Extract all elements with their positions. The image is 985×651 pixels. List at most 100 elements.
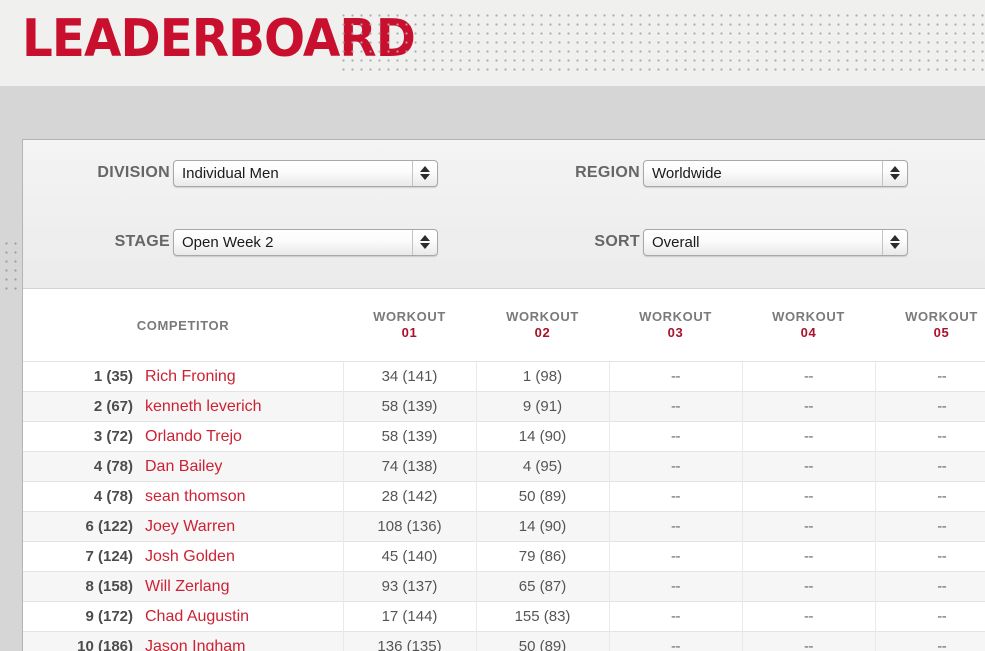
athlete-name-link[interactable]: Orlando Trejo <box>145 428 242 446</box>
workout-score-cell: 108 (136) <box>342 511 476 542</box>
chevron-updown-icon[interactable] <box>882 160 907 186</box>
table-row[interactable]: 7 (124) Josh Golden 45 (140) 79 (86) -- -- -- <box>23 541 985 572</box>
athlete-name-link[interactable]: Will Zerlang <box>145 578 229 596</box>
workout-score-cell: -- <box>741 601 875 632</box>
sort-select-value: Overall <box>652 233 700 251</box>
competitor-cell: 9 (172) Chad Augustin <box>23 601 343 632</box>
column-header-workout-01[interactable]: WORKOUT 01 <box>343 289 476 362</box>
athlete-name-link[interactable]: kenneth leverich <box>145 398 262 416</box>
filter-panel: DIVISION Individual Men REGION Worldwide <box>23 140 985 289</box>
athlete-name-link[interactable]: Josh Golden <box>145 548 235 566</box>
filter-row-1: DIVISION Individual Men REGION Worldwide <box>23 155 985 191</box>
table-row[interactable]: 2 (67) kenneth leverich 58 (139) 9 (91) -- --… <box>23 391 985 422</box>
rank-value: 4 (78) <box>93 457 133 475</box>
athlete-name-link[interactable]: Jason Ingham <box>145 638 246 651</box>
column-header-workout-04[interactable]: WORKOUT 04 <box>742 289 875 362</box>
leaderboard-table: COMPETITOR WORKOUT 01 WORKOUT 02 WORKOUT… <box>23 289 985 651</box>
competitor-cell: 7 (124) Josh Golden <box>23 541 343 572</box>
workout-score-cell: -- <box>741 451 875 482</box>
workout-score-cell: -- <box>608 601 742 632</box>
column-header-workout-05[interactable]: WORKOUT 05 <box>875 289 985 362</box>
rank-value: 10 (186) <box>77 637 133 651</box>
workout-score-cell: 34 (141) <box>342 361 476 392</box>
dot-pattern-decoration <box>338 10 985 72</box>
workout-score-cell: 50 (89) <box>475 631 609 651</box>
filter-stage: STAGE Open Week 2 <box>23 228 438 256</box>
workout-score-cell: -- <box>608 361 742 392</box>
workout-score-cell: -- <box>608 631 742 651</box>
workout-score-cell: -- <box>874 601 985 632</box>
rank-value: 1 (35) <box>93 367 133 385</box>
workout-score-cell: -- <box>741 421 875 452</box>
athlete-name-link[interactable]: Chad Augustin <box>145 608 249 626</box>
workout-score-cell: 58 (139) <box>342 421 476 452</box>
division-select-value: Individual Men <box>182 164 279 182</box>
workout-score-cell: -- <box>608 391 742 422</box>
workout-score-cell: -- <box>874 541 985 572</box>
workout-score-cell: 1 (98) <box>475 361 609 392</box>
workout-score-cell: 58 (139) <box>342 391 476 422</box>
column-header-workout-03[interactable]: WORKOUT 03 <box>609 289 742 362</box>
workout-score-cell: 65 (87) <box>475 571 609 602</box>
workout-score-cell: -- <box>874 511 985 542</box>
table-row[interactable]: 9 (172) Chad Augustin 17 (144) 155 (83) -- --… <box>23 601 985 632</box>
workout-score-cell: 9 (91) <box>475 391 609 422</box>
workout-score-cell: 74 (138) <box>342 451 476 482</box>
athlete-name-link[interactable]: sean thomson <box>145 488 246 506</box>
competitor-cell: 2 (67) kenneth leverich <box>23 391 343 422</box>
workout-score-cell: 79 (86) <box>475 541 609 572</box>
workout-score-cell: -- <box>874 631 985 651</box>
chevron-updown-icon[interactable] <box>412 160 437 186</box>
workout-score-cell: 45 (140) <box>342 541 476 572</box>
column-header-workout-02[interactable]: WORKOUT 02 <box>476 289 609 362</box>
competitor-cell: 10 (186) Jason Ingham <box>23 631 343 651</box>
rank-value: 2 (67) <box>93 397 133 415</box>
workout-label: WORKOUT <box>506 309 579 324</box>
workout-score-cell: 93 (137) <box>342 571 476 602</box>
workout-score-cell: -- <box>741 541 875 572</box>
workout-score-cell: -- <box>608 541 742 572</box>
athlete-name-link[interactable]: Joey Warren <box>145 518 235 536</box>
workout-score-cell: 4 (95) <box>475 451 609 482</box>
table-row[interactable]: 4 (78) sean thomson 28 (142) 50 (89) -- -- -- <box>23 481 985 512</box>
competitor-cell: 4 (78) Dan Bailey <box>23 451 343 482</box>
workout-score-cell: -- <box>874 451 985 482</box>
table-row[interactable]: 1 (35) Rich Froning 34 (141) 1 (98) -- -- -- <box>23 361 985 392</box>
filter-row-2: STAGE Open Week 2 SORT Overall <box>23 224 985 260</box>
workout-score-cell: -- <box>741 391 875 422</box>
stage-select[interactable]: Open Week 2 <box>173 228 438 256</box>
stage-select-value: Open Week 2 <box>182 233 274 251</box>
rank-value: 3 (72) <box>93 427 133 445</box>
chevron-updown-icon[interactable] <box>412 229 437 255</box>
competitor-cell: 4 (78) sean thomson <box>23 481 343 512</box>
table-row[interactable]: 6 (122) Joey Warren 108 (136) 14 (90) -- -- -- <box>23 511 985 542</box>
competitor-cell: 6 (122) Joey Warren <box>23 511 343 542</box>
table-row[interactable]: 8 (158) Will Zerlang 93 (137) 65 (87) -- -- -- <box>23 571 985 602</box>
workout-score-cell: -- <box>608 511 742 542</box>
workout-score-cell: -- <box>874 361 985 392</box>
athlete-name-link[interactable]: Rich Froning <box>145 368 236 386</box>
workout-score-cell: -- <box>874 421 985 452</box>
athlete-name-link[interactable]: Dan Bailey <box>145 458 222 476</box>
table-row[interactable]: 10 (186) Jason Ingham 136 (135) 50 (89) -- --… <box>23 631 985 651</box>
workout-label: WORKOUT <box>772 309 845 324</box>
stage-label: STAGE <box>114 233 170 250</box>
workout-label: WORKOUT <box>639 309 712 324</box>
rank-value: 9 (172) <box>85 607 133 625</box>
column-header-competitor[interactable]: COMPETITOR <box>23 289 343 362</box>
workout-number: 03 <box>667 325 684 340</box>
sort-select[interactable]: Overall <box>643 228 908 256</box>
division-select[interactable]: Individual Men <box>173 159 438 187</box>
workout-score-cell: -- <box>608 451 742 482</box>
filter-sort: SORT Overall <box>493 228 908 256</box>
workout-score-cell: 136 (135) <box>342 631 476 651</box>
workout-score-cell: 14 (90) <box>475 421 609 452</box>
workout-label: WORKOUT <box>373 309 446 324</box>
table-row[interactable]: 4 (78) Dan Bailey 74 (138) 4 (95) -- -- -- <box>23 451 985 482</box>
chevron-updown-icon[interactable] <box>882 229 907 255</box>
table-row[interactable]: 3 (72) Orlando Trejo 58 (139) 14 (90) -- -- -- <box>23 421 985 452</box>
region-select[interactable]: Worldwide <box>643 159 908 187</box>
workout-score-cell: -- <box>741 631 875 651</box>
workout-score-cell: 17 (144) <box>342 601 476 632</box>
filter-region: REGION Worldwide <box>493 159 908 187</box>
